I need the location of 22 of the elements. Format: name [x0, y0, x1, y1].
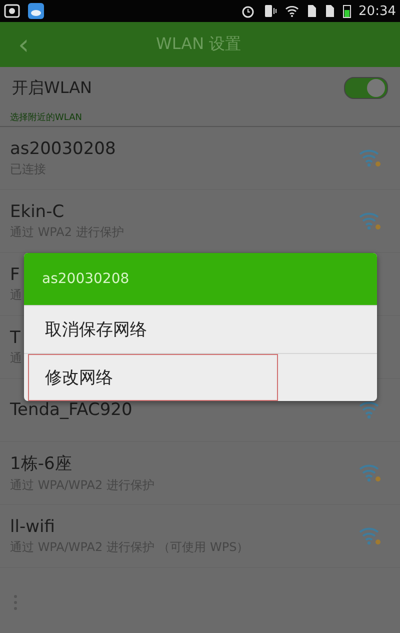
network-name: as20030208	[10, 138, 116, 158]
sim-icon	[306, 4, 317, 18]
network-name: 1栋-6座	[10, 453, 73, 475]
wlan-label: 开启WLAN	[12, 78, 92, 98]
alarm-icon	[240, 4, 255, 18]
network-name: Tenda_FAC920	[10, 400, 132, 420]
network-name: T	[10, 328, 22, 348]
vibrate-icon	[262, 4, 277, 18]
page-title: WLAN 设置	[155, 34, 242, 55]
section-label: 选择附近的WLAN	[0, 109, 400, 127]
battery-icon	[342, 4, 351, 18]
wifi-status-icon	[284, 5, 299, 17]
menu-item[interactable]: 取消保存网络	[24, 305, 377, 353]
network-name: Ekin-C	[10, 202, 66, 222]
screenshot-icon	[4, 4, 20, 18]
network-name: F	[10, 264, 21, 284]
network-name: ll-wifi	[10, 516, 56, 536]
dialog-title: as20030208	[42, 271, 130, 287]
sim-icon	[324, 4, 335, 18]
status-time: 20:34	[358, 4, 396, 18]
wlan-switch[interactable]	[344, 77, 388, 99]
weather-app-icon	[28, 3, 44, 19]
